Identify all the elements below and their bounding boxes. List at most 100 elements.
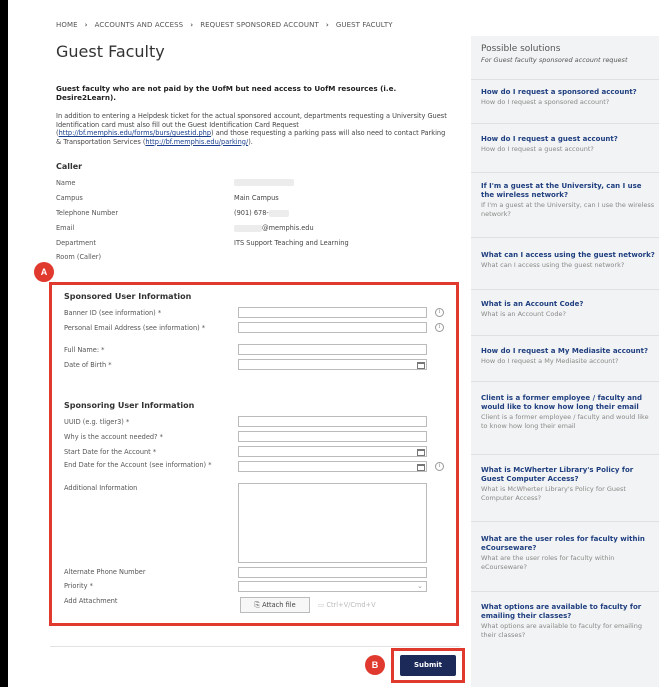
divider (471, 289, 659, 290)
alternate-phone-label: Alternate Phone Number (64, 568, 146, 576)
solution-item[interactable]: What can I access using the guest networ… (481, 251, 655, 270)
divider (471, 237, 659, 238)
breadcrumb-home[interactable]: HOME (56, 21, 78, 29)
solution-item[interactable]: What is an Account Code? What is an Accou… (481, 300, 655, 319)
submit-button[interactable]: Submit (400, 655, 456, 676)
divider (471, 381, 659, 382)
solution-item[interactable]: What are the user roles for faculty with… (481, 535, 655, 571)
info-icon[interactable]: i (435, 323, 444, 332)
solution-item[interactable]: If I'm a guest at the University, can I … (481, 182, 655, 218)
divider (50, 646, 460, 647)
caller-heading: Caller (56, 162, 83, 171)
calendar-icon[interactable] (417, 464, 425, 471)
end-date-label: End Date for the Account (see informatio… (64, 461, 212, 469)
personal-email-input[interactable] (238, 322, 427, 333)
parking-link[interactable]: http://bf.memphis.edu/parking/ (145, 138, 248, 146)
caller-department-value: ITS Support Teaching and Learning (234, 239, 349, 247)
banner-id-label: Banner ID (see information) * (64, 309, 162, 317)
solution-title[interactable]: What is McWherter Library's Policy for G… (481, 466, 655, 484)
date-of-birth-input[interactable] (238, 359, 427, 370)
priority-label: Priority * (64, 582, 93, 590)
solution-title[interactable]: What can I access using the guest networ… (481, 251, 655, 260)
start-date-label: Start Date for the Account * (64, 448, 157, 456)
divider (471, 591, 659, 592)
breadcrumb-separator: › (84, 21, 88, 29)
solution-item[interactable]: How do I request a sponsored account? How… (481, 88, 655, 107)
solution-item[interactable]: What is McWherter Library's Policy for G… (481, 466, 655, 502)
solution-desc: How do I request a guest account? (481, 145, 594, 153)
solution-desc: Client is a former employee / faculty an… (481, 413, 649, 430)
page-title: Guest Faculty (56, 42, 165, 61)
attach-file-label: Attach file (262, 601, 296, 609)
breadcrumb-request[interactable]: REQUEST SPONSORED ACCOUNT (200, 21, 319, 29)
banner-id-input[interactable] (238, 307, 427, 318)
info-icon[interactable]: i (435, 462, 444, 471)
caller-department-label: Department (56, 239, 96, 247)
caller-email-label: Email (56, 224, 75, 232)
attachment-label: Add Attachment (64, 597, 118, 605)
personal-email-label: Personal Email Address (see information)… (64, 324, 206, 332)
sidebar-subtitle: For Guest faculty sponsored account requ… (481, 56, 628, 64)
solution-title[interactable]: What options are available to faculty fo… (481, 603, 655, 621)
calendar-icon[interactable] (417, 362, 425, 369)
caller-campus-value: Main Campus (234, 194, 279, 202)
solution-title[interactable]: If I'm a guest at the University, can I … (481, 182, 655, 200)
solution-title[interactable]: Client is a former employee / faculty an… (481, 394, 655, 412)
intro-text: In addition to entering a Helpdesk ticke… (56, 112, 451, 146)
solution-item[interactable]: Client is a former employee / faculty an… (481, 394, 655, 430)
caller-room-label: Room (Caller) (56, 253, 102, 261)
solution-title[interactable]: What is an Account Code? (481, 300, 655, 309)
reason-input[interactable] (238, 431, 427, 442)
info-icon[interactable]: i (435, 308, 444, 317)
additional-info-textarea[interactable] (238, 483, 427, 563)
breadcrumb-separator: › (190, 21, 194, 29)
page: HOME › ACCOUNTS AND ACCESS › REQUEST SPONSOR… (8, 0, 659, 687)
sponsored-heading: Sponsored User Information (64, 292, 192, 301)
attach-file-button[interactable]: ⎘ Attach file (240, 597, 310, 613)
uuid-input[interactable] (238, 416, 427, 427)
solution-title[interactable]: What are the user roles for faculty with… (481, 535, 655, 553)
breadcrumb-current: GUEST FACULTY (335, 21, 393, 29)
solution-desc: How do I request a My Mediasite account? (481, 357, 619, 365)
breadcrumb-separator: › (325, 21, 329, 29)
additional-info-label: Additional Information (64, 484, 138, 492)
divider (471, 123, 659, 124)
solution-title[interactable]: How do I request a sponsored account? (481, 88, 655, 97)
intro-text-part: ). (248, 137, 253, 146)
solution-desc: If I'm a guest at the University, can I … (481, 201, 655, 218)
solution-desc: How do I request a sponsored account? (481, 98, 610, 106)
uuid-label: UUID (e.g. tliger3) * (64, 418, 130, 426)
alternate-phone-input[interactable] (238, 567, 427, 578)
caller-phone-label: Telephone Number (56, 209, 119, 217)
divider (471, 521, 659, 522)
caller-email-value: @memphis.edu (234, 224, 314, 232)
priority-select[interactable] (238, 581, 427, 592)
solution-title[interactable]: How do I request a guest account? (481, 135, 655, 144)
end-date-input[interactable] (238, 461, 427, 472)
caller-name-value (234, 178, 294, 186)
guest-id-link[interactable]: http://bf.memphis.edu/forms/burs/guestid… (59, 129, 211, 137)
full-name-input[interactable] (238, 344, 427, 355)
divider (471, 454, 659, 455)
start-date-input[interactable] (238, 446, 427, 457)
possible-solutions-sidebar: Possible solutions For Guest faculty spo… (471, 36, 659, 687)
solution-desc: What options are available to faculty fo… (481, 622, 642, 639)
solution-item[interactable]: What options are available to faculty fo… (481, 603, 655, 639)
solution-item[interactable]: How do I request a My Mediasite account?… (481, 347, 655, 366)
annotation-badge-a: A (34, 262, 54, 282)
sponsoring-heading: Sponsoring User Information (64, 401, 195, 410)
breadcrumb-accounts[interactable]: ACCOUNTS AND ACCESS (95, 21, 184, 29)
calendar-icon[interactable] (417, 449, 425, 456)
date-of-birth-label: Date of Birth * (64, 361, 112, 369)
main-content: HOME › ACCOUNTS AND ACCESS › REQUEST SPONSOR… (8, 0, 465, 687)
divider (471, 335, 659, 336)
chevron-down-icon: ⌄ (417, 582, 423, 590)
paste-hint-label: Ctrl+V/Cmd+V (326, 601, 376, 609)
sidebar-title: Possible solutions (481, 44, 561, 54)
annotation-badge-b: B (365, 655, 385, 675)
divider (471, 172, 659, 173)
breadcrumb: HOME › ACCOUNTS AND ACCESS › REQUEST SPONSOR… (56, 21, 393, 29)
solution-item[interactable]: How do I request a guest account? How do … (481, 135, 655, 154)
paperclip-icon: ⎘ (254, 601, 260, 609)
solution-title[interactable]: How do I request a My Mediasite account? (481, 347, 655, 356)
